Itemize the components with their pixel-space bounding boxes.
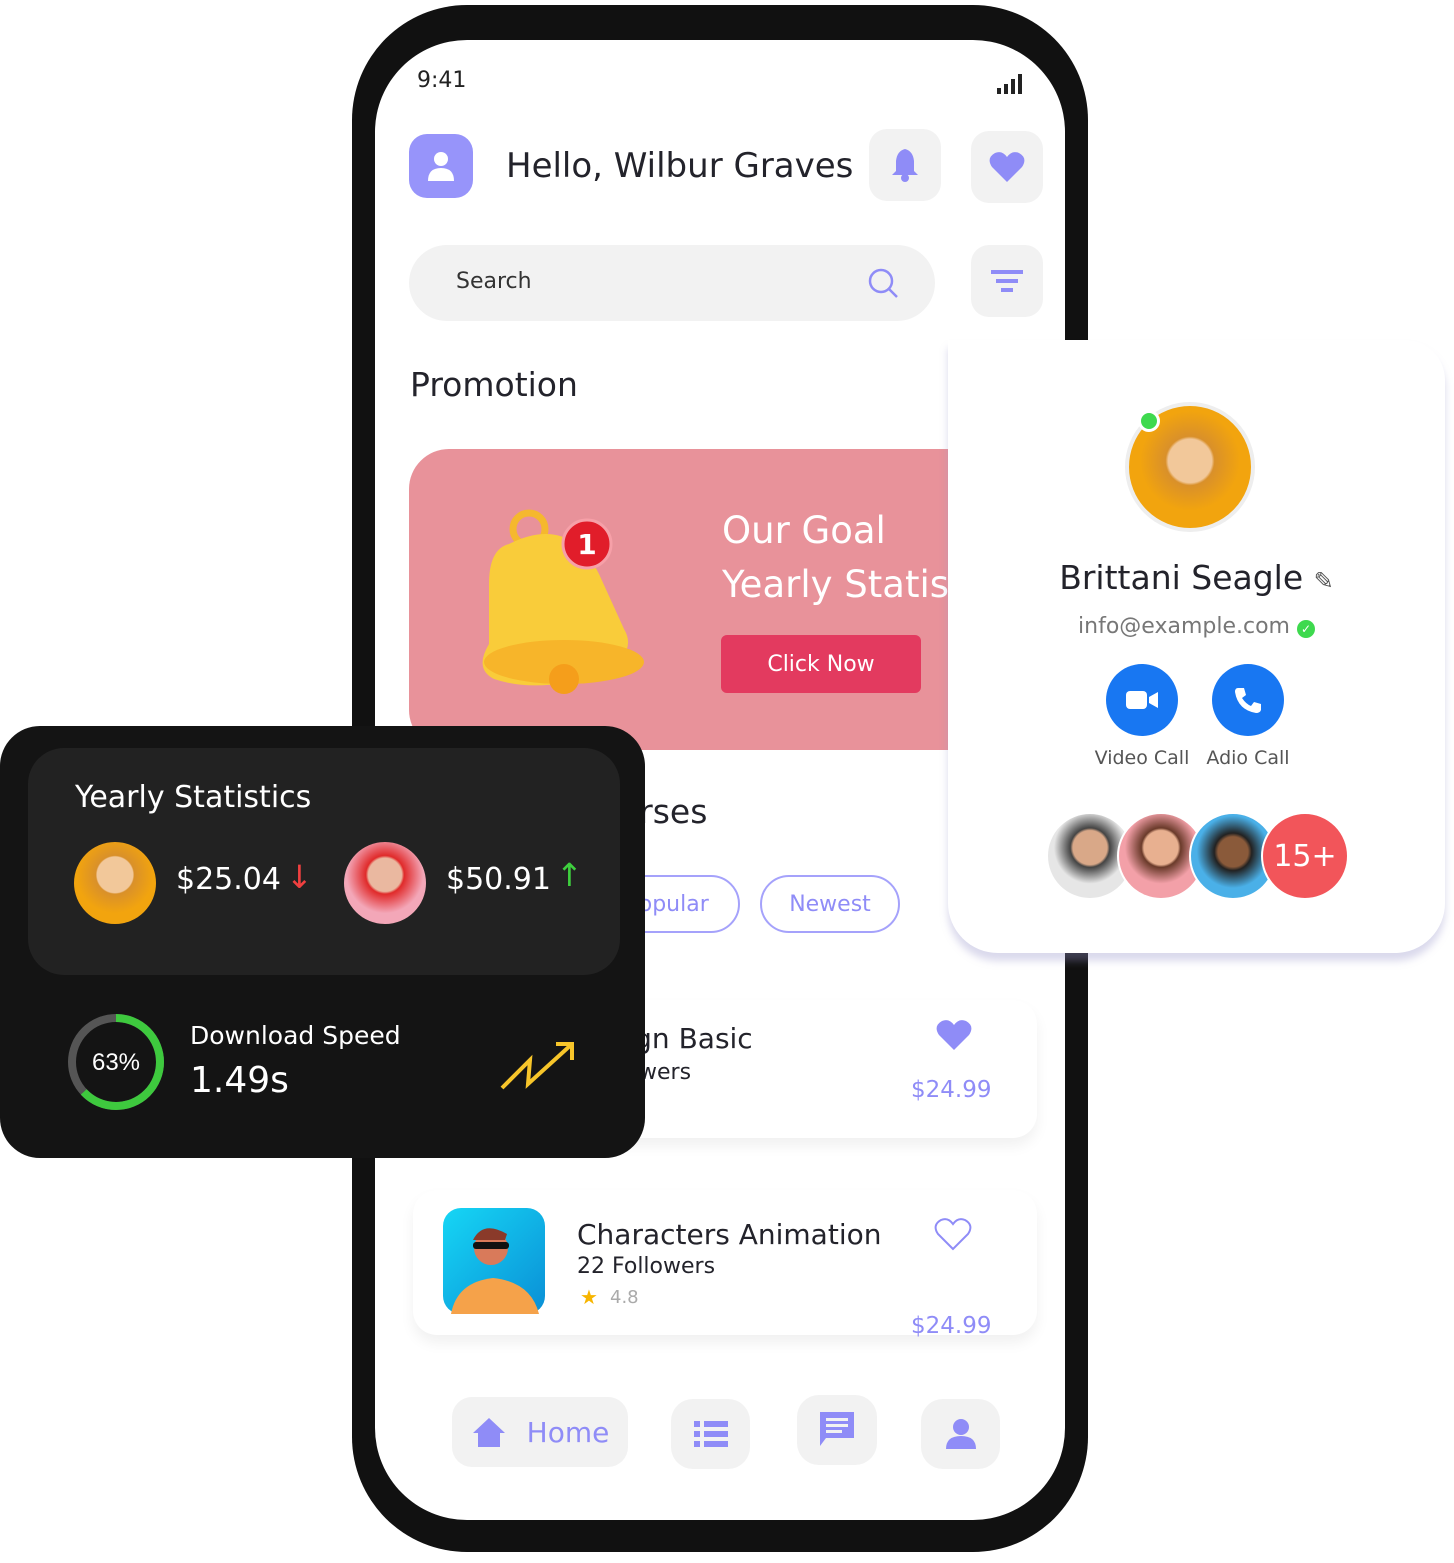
profile-icon [945,1419,976,1449]
trend-up-icon [500,1042,574,1090]
nav-home-label: Home [526,1415,610,1449]
course-rating: 4.8 [610,1287,639,1308]
promotion-title: Promotion [410,365,578,404]
star-icon: ★ [580,1285,598,1309]
favorites-button[interactable] [971,131,1043,203]
audio-call-label: Adio Call [1206,747,1290,769]
progress-ring: 63% [68,1014,164,1110]
status-time: 9:41 [417,68,467,93]
download-value: 1.49s [190,1060,289,1101]
stat-avatar [344,842,426,924]
nav-chat[interactable] [797,1395,877,1465]
progress-text: 63% [92,1049,140,1076]
online-indicator [1138,410,1160,432]
profile-email-row: info@example.com ✓ [948,614,1445,639]
chat-icon [820,1412,854,1446]
course-thumbnail [443,1208,545,1314]
course-price: $24.99 [911,1313,992,1339]
nav-list[interactable] [671,1399,750,1469]
list-icon [693,1421,728,1447]
yearly-statistics-panel: Yearly Statistics $25.04 ↓ $50.91 ↑ [28,748,620,975]
heart-icon [989,152,1025,182]
click-now-button[interactable]: Click Now [721,635,921,693]
search-placeholder: Search [456,269,532,294]
heart-filled-icon[interactable] [935,1018,973,1052]
heart-outline-icon[interactable] [933,1216,973,1252]
signal-bars-icon [997,74,1022,94]
bell-icon [892,149,918,182]
download-label: Download Speed [190,1021,401,1050]
profile-name: Brittani Seagle [1059,558,1304,597]
arrow-down-icon: ↓ [286,858,313,896]
stat-amount: $25.04 [176,862,281,897]
user-avatar-button[interactable] [409,134,473,198]
stats-card: Yearly Statistics $25.04 ↓ $50.91 ↑ 63% … [0,726,645,1158]
search-icon[interactable] [867,267,901,301]
profile-email: info@example.com [1078,614,1290,639]
stats-title: Yearly Statistics [75,780,312,815]
video-call-button[interactable] [1106,664,1178,736]
greeting: Hello, Wilbur Graves [506,146,854,186]
bell-illustration-icon: 1 [482,509,644,694]
course-price: $24.99 [911,1077,992,1103]
audio-call-button[interactable] [1212,664,1284,736]
chip-newest[interactable]: Newest [760,875,900,933]
verified-check-icon: ✓ [1296,620,1315,638]
stat-amount: $50.91 [446,862,551,897]
course-followers: 22 Followers [577,1254,716,1279]
filter-icon [991,270,1023,292]
more-members-badge[interactable]: 15+ [1261,812,1349,900]
user-icon [428,152,454,181]
phone-icon [1235,688,1261,713]
course-card[interactable]: Characters Animation 22 Followers ★ 4.8 … [413,1190,1037,1339]
stat-avatar [74,842,156,924]
search-input[interactable]: Search [409,245,935,321]
promo-line-1: Our Goal [722,509,886,552]
arrow-up-icon: ↑ [556,856,583,894]
profile-name-row: Brittani Seagle ✎ [948,558,1445,597]
filter-button[interactable] [971,245,1043,317]
course-title: Characters Animation [577,1218,882,1251]
notifications-button[interactable] [869,129,941,201]
nav-profile[interactable] [921,1399,1000,1469]
edit-pencil-icon[interactable]: ✎ [1314,567,1334,595]
bell-badge: 1 [577,528,596,561]
home-icon [472,1418,505,1447]
profile-card: Brittani Seagle ✎ info@example.com ✓ Vid… [948,340,1445,953]
nav-home[interactable]: Home [452,1397,628,1467]
video-camera-icon [1126,691,1158,709]
